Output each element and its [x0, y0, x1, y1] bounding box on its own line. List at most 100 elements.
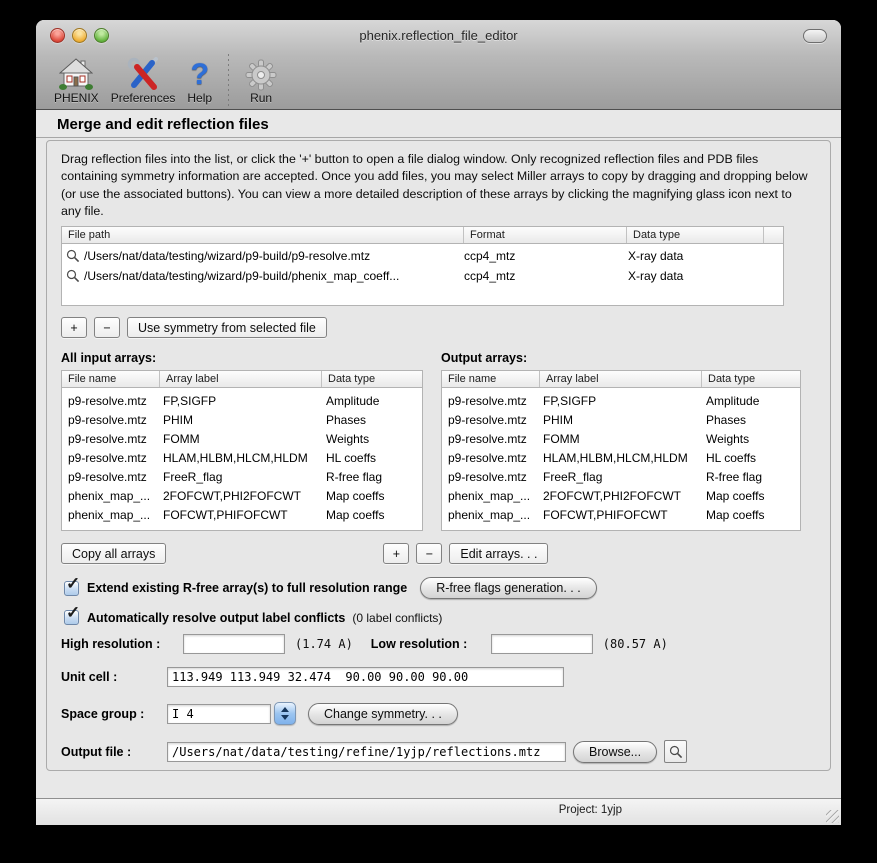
low-resolution-input[interactable] [491, 634, 593, 654]
close-button[interactable] [50, 28, 65, 43]
array-row[interactable]: p9-resolve.mtz PHIM Phases [442, 410, 800, 429]
column-header-file-path[interactable]: File path [62, 227, 464, 243]
array-row[interactable]: phenix_map_... FOFCWT,PHIFOFCWT Map coef… [442, 505, 800, 524]
low-resolution-hint: (80.57 A) [603, 637, 668, 651]
file-row[interactable]: /Users/nat/data/testing/wizard/p9-build/… [62, 266, 783, 286]
magnifier-icon[interactable] [66, 269, 84, 283]
array-type-cell: Map coeffs [706, 508, 800, 522]
add-file-button[interactable]: + [61, 317, 87, 338]
array-row[interactable]: p9-resolve.mtz PHIM Phases [62, 410, 422, 429]
extend-rfree-row: ✓ Extend existing R-free array(s) to ful… [64, 577, 830, 599]
array-label-cell: FreeR_flag [543, 470, 706, 484]
minimize-button[interactable] [72, 28, 87, 43]
preferences-button[interactable]: Preferences [105, 55, 182, 109]
file-data-type-cell: X-ray data [628, 249, 778, 263]
array-row[interactable]: phenix_map_... 2FOFCWT,PHI2FOFCWT Map co… [62, 486, 422, 505]
window-header: phenix.reflection_file_editor [36, 20, 841, 110]
high-resolution-hint: (1.74 A) [295, 637, 353, 651]
output-arrays-header[interactable]: File name Array label Data type [441, 370, 801, 388]
help-button[interactable]: ? Help [181, 55, 218, 109]
stepper-down-icon [281, 715, 289, 720]
input-arrays-body: p9-resolve.mtz FP,SIGFP Amplitude p9-res… [61, 388, 423, 531]
resolve-conflicts-row: ✓ Automatically resolve output label con… [64, 610, 830, 625]
column-header-data-type[interactable]: Data type [702, 371, 800, 387]
preferences-tools-icon [126, 55, 160, 91]
array-row[interactable]: p9-resolve.mtz FreeR_flag R-free flag [442, 467, 800, 486]
unit-cell-input[interactable] [167, 667, 564, 687]
input-arrays-label: All input arrays: [61, 351, 441, 365]
magnifier-icon [669, 745, 683, 759]
change-symmetry-button[interactable]: Change symmetry. . . [308, 703, 458, 725]
column-header-file-name[interactable]: File name [442, 371, 540, 387]
array-label-cell: FOFCWT,PHIFOFCWT [163, 508, 326, 522]
resolve-conflicts-label: Automatically resolve output label confl… [87, 611, 345, 625]
file-row[interactable]: /Users/nat/data/testing/wizard/p9-build/… [62, 246, 783, 266]
column-header-data-type[interactable]: Data type [627, 227, 764, 243]
array-file-cell: p9-resolve.mtz [448, 432, 543, 446]
titlebar[interactable]: phenix.reflection_file_editor [36, 20, 841, 51]
reflection-files-table: File path Format Data type [61, 226, 784, 306]
resolve-conflicts-checkbox[interactable]: ✓ [64, 610, 79, 625]
inspect-output-file-button[interactable] [664, 740, 687, 763]
array-label-cell: PHIM [163, 413, 326, 427]
rfree-flags-generation-button[interactable]: R-free flags generation. . . [420, 577, 597, 599]
checkmark-icon: ✓ [66, 603, 80, 623]
status-bar: Project: 1yjp [36, 798, 841, 825]
copy-all-arrays-button[interactable]: Copy all arrays [61, 543, 166, 564]
array-file-cell: p9-resolve.mtz [68, 451, 163, 465]
output-arrays-label: Output arrays: [441, 351, 527, 365]
column-header-file-name[interactable]: File name [62, 371, 160, 387]
array-file-cell: p9-resolve.mtz [68, 432, 163, 446]
array-type-cell: Map coeffs [326, 508, 422, 522]
space-group-stepper[interactable] [274, 702, 296, 725]
magnifier-icon[interactable] [66, 249, 84, 263]
use-symmetry-button[interactable]: Use symmetry from selected file [127, 317, 327, 338]
arrays-labels-row: All input arrays: Output arrays: [61, 351, 830, 365]
file-format-cell: ccp4_mtz [464, 269, 628, 283]
column-header-data-type[interactable]: Data type [322, 371, 422, 387]
array-row[interactable]: p9-resolve.mtz FOMM Weights [62, 429, 422, 448]
array-actions-row: Copy all arrays + − Edit arrays. . . [61, 543, 830, 564]
add-array-button[interactable]: + [383, 543, 409, 564]
remove-array-button[interactable]: − [416, 543, 442, 564]
array-row[interactable]: p9-resolve.mtz HLAM,HLBM,HLCM,HLDM HL co… [442, 448, 800, 467]
run-button-label: Run [250, 91, 272, 105]
array-row[interactable]: p9-resolve.mtz FOMM Weights [442, 429, 800, 448]
space-group-input[interactable] [167, 704, 271, 724]
instructions-text: Drag reflection files into the list, or … [61, 151, 809, 220]
phenix-button[interactable]: PHENIX [48, 55, 105, 109]
column-header-array-label[interactable]: Array label [540, 371, 702, 387]
array-row[interactable]: phenix_map_... FOFCWT,PHIFOFCWT Map coef… [62, 505, 422, 524]
array-row[interactable]: p9-resolve.mtz FP,SIGFP Amplitude [62, 391, 422, 410]
array-file-cell: p9-resolve.mtz [448, 470, 543, 484]
array-row[interactable]: p9-resolve.mtz HLAM,HLBM,HLCM,HLDM HL co… [62, 448, 422, 467]
toolbar: PHENIX Preferences ? Help [36, 51, 841, 109]
toolbar-toggle-button[interactable] [803, 29, 827, 43]
run-button[interactable]: Run [239, 55, 283, 109]
arrays-tables-row: File name Array label Data type p9-resol… [61, 370, 830, 531]
stepper-up-icon [281, 707, 289, 712]
array-type-cell: Phases [326, 413, 422, 427]
file-data-type-cell: X-ray data [628, 269, 778, 283]
browse-button[interactable]: Browse... [573, 741, 657, 763]
input-arrays-header[interactable]: File name Array label Data type [61, 370, 423, 388]
remove-file-button[interactable]: − [94, 317, 120, 338]
high-resolution-input[interactable] [183, 634, 285, 654]
array-row[interactable]: p9-resolve.mtz FP,SIGFP Amplitude [442, 391, 800, 410]
resize-grip[interactable] [826, 810, 839, 823]
array-file-cell: p9-resolve.mtz [68, 470, 163, 484]
zoom-button[interactable] [94, 28, 109, 43]
edit-arrays-button[interactable]: Edit arrays. . . [449, 543, 548, 564]
array-label-cell: HLAM,HLBM,HLCM,HLDM [163, 451, 326, 465]
help-question-icon: ? [191, 55, 209, 91]
file-actions-row: + − Use symmetry from selected file [61, 317, 830, 338]
array-row[interactable]: p9-resolve.mtz FreeR_flag R-free flag [62, 467, 422, 486]
array-type-cell: HL coeffs [326, 451, 422, 465]
reflection-files-table-header[interactable]: File path Format Data type [61, 226, 784, 244]
extend-rfree-checkbox[interactable]: ✓ [64, 581, 79, 596]
output-file-input[interactable] [167, 742, 566, 762]
desktop-background: phenix.reflection_file_editor [0, 0, 877, 863]
column-header-array-label[interactable]: Array label [160, 371, 322, 387]
array-row[interactable]: phenix_map_... 2FOFCWT,PHI2FOFCWT Map co… [442, 486, 800, 505]
column-header-format[interactable]: Format [464, 227, 627, 243]
